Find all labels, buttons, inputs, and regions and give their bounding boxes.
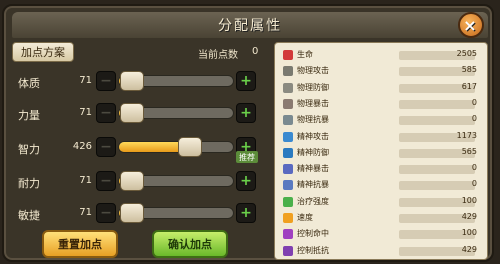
minus-button[interactable]: − bbox=[96, 103, 116, 123]
attribute-value: 71 bbox=[79, 207, 92, 218]
stat-row: 物理攻击 585 bbox=[275, 65, 487, 77]
stat-name: 治疗强度 bbox=[297, 196, 329, 206]
stat-icon bbox=[283, 98, 293, 109]
stat-icon bbox=[283, 66, 293, 77]
stat-row: 物理抗暴 0 bbox=[275, 114, 487, 126]
attribute-name: 力量 bbox=[18, 109, 40, 122]
minus-button[interactable]: − bbox=[96, 71, 116, 91]
stat-row: 精神抗暴 0 bbox=[275, 179, 487, 191]
attribute-name: 体质 bbox=[18, 77, 40, 90]
slider-knob[interactable] bbox=[119, 103, 144, 123]
stat-value: 0 bbox=[471, 97, 477, 107]
attribute-value: 71 bbox=[79, 107, 92, 118]
stat-value: 1173 bbox=[456, 130, 477, 140]
stat-value: 0 bbox=[471, 179, 477, 189]
attribute-row: 体质 71 − + bbox=[12, 70, 268, 94]
stat-row: 治疗强度 100 bbox=[275, 195, 487, 208]
plus-button[interactable]: + bbox=[236, 103, 256, 123]
stat-icon bbox=[283, 245, 293, 256]
slider-knob[interactable] bbox=[177, 137, 202, 157]
slider-knob[interactable] bbox=[119, 71, 144, 91]
stat-value: 565 bbox=[461, 146, 477, 156]
stat-icon bbox=[283, 147, 293, 158]
stat-icon bbox=[283, 229, 293, 240]
stat-row: 精神暴击 0 bbox=[275, 163, 487, 175]
stat-name: 生命 bbox=[297, 50, 313, 59]
stat-value: 585 bbox=[461, 65, 477, 75]
stat-row: 控制抵抗 429 bbox=[275, 244, 487, 257]
stat-name: 物理防御 bbox=[297, 82, 329, 92]
stat-name: 精神暴击 bbox=[297, 164, 329, 174]
stat-value: 429 bbox=[461, 212, 477, 221]
stats-list: 生命 2505 物理攻击 585 物理防御 617 物理暴击 0 物理抗暴 0 精神攻击 1173 精神… bbox=[274, 42, 488, 260]
recommend-badge: 推荐 bbox=[236, 151, 258, 163]
attribute-value: 71 bbox=[79, 175, 92, 186]
stat-name: 速度 bbox=[297, 213, 313, 222]
attribute-value: 426 bbox=[72, 141, 92, 152]
stat-row: 速度 429 bbox=[275, 212, 487, 224]
stat-name: 物理暴击 bbox=[297, 98, 329, 108]
attribute-panel: 分配属性 × 加点方案 当前点数 0 体质 71 − + 力量 71 − + 智… bbox=[2, 4, 494, 262]
stat-row: 精神攻击 1173 bbox=[275, 130, 487, 143]
stat-value: 100 bbox=[461, 228, 477, 238]
points-label: 当前点数 bbox=[198, 50, 238, 61]
plus-button[interactable]: + bbox=[236, 203, 256, 223]
attribute-row: 耐力 71 − + bbox=[12, 170, 268, 194]
scheme-tab[interactable]: 加点方案 bbox=[12, 42, 74, 62]
stat-row: 生命 2505 bbox=[275, 49, 487, 61]
attribute-slider[interactable] bbox=[118, 141, 234, 153]
stat-row: 控制命中 100 bbox=[275, 228, 487, 240]
points-value: 0 bbox=[252, 46, 259, 57]
stat-name: 精神防御 bbox=[297, 147, 329, 157]
stat-value: 0 bbox=[471, 163, 477, 173]
minus-button[interactable]: − bbox=[96, 203, 116, 223]
stat-name: 物理攻击 bbox=[297, 66, 329, 76]
stat-value: 429 bbox=[461, 244, 477, 254]
title-bar: 分配属性 × bbox=[12, 12, 488, 38]
stat-icon bbox=[283, 115, 293, 126]
minus-button[interactable]: − bbox=[96, 137, 116, 157]
reset-button[interactable]: 重置加点 bbox=[42, 230, 118, 258]
stat-bar bbox=[399, 181, 475, 191]
slider-knob[interactable] bbox=[119, 171, 144, 191]
stat-icon bbox=[283, 164, 293, 175]
stat-value: 0 bbox=[471, 114, 477, 124]
stat-row: 物理防御 617 bbox=[275, 81, 487, 94]
attribute-row: 智力 426 − + 推荐 bbox=[12, 136, 268, 163]
plus-button[interactable]: + bbox=[236, 171, 256, 191]
plus-button[interactable]: + bbox=[236, 71, 256, 91]
stat-bar bbox=[399, 116, 475, 126]
stat-icon bbox=[283, 131, 293, 142]
stat-bar bbox=[399, 165, 475, 175]
attribute-row: 敏捷 71 − + bbox=[12, 202, 268, 226]
attribute-name: 敏捷 bbox=[18, 209, 40, 222]
stat-icon bbox=[283, 82, 293, 93]
stat-icon bbox=[283, 213, 293, 223]
attribute-section: 加点方案 当前点数 0 体质 71 − + 力量 71 − + 智力 426 −… bbox=[12, 42, 268, 262]
panel-title: 分配属性 bbox=[218, 18, 282, 34]
stat-row: 精神防御 565 bbox=[275, 146, 487, 159]
stat-name: 精神攻击 bbox=[297, 131, 329, 141]
stat-value: 2505 bbox=[456, 49, 477, 58]
stat-name: 控制抵抗 bbox=[297, 245, 329, 255]
slider-knob[interactable] bbox=[119, 203, 144, 223]
confirm-button[interactable]: 确认加点 bbox=[152, 230, 228, 258]
stat-icon bbox=[283, 180, 293, 191]
attribute-value: 71 bbox=[79, 75, 92, 86]
stat-icon bbox=[283, 50, 293, 60]
stat-value: 100 bbox=[461, 195, 477, 205]
minus-button[interactable]: − bbox=[96, 171, 116, 191]
attribute-name: 耐力 bbox=[18, 177, 40, 190]
stat-row: 物理暴击 0 bbox=[275, 97, 487, 110]
stat-icon bbox=[283, 196, 293, 207]
stat-name: 精神抗暴 bbox=[297, 180, 329, 190]
stat-bar bbox=[399, 99, 475, 109]
stat-name: 物理抗暴 bbox=[297, 115, 329, 125]
attribute-row: 力量 71 − + bbox=[12, 102, 268, 126]
stat-name: 控制命中 bbox=[297, 229, 329, 239]
close-button[interactable]: × bbox=[458, 12, 484, 38]
stat-value: 617 bbox=[461, 81, 477, 91]
attribute-name: 智力 bbox=[18, 143, 40, 156]
